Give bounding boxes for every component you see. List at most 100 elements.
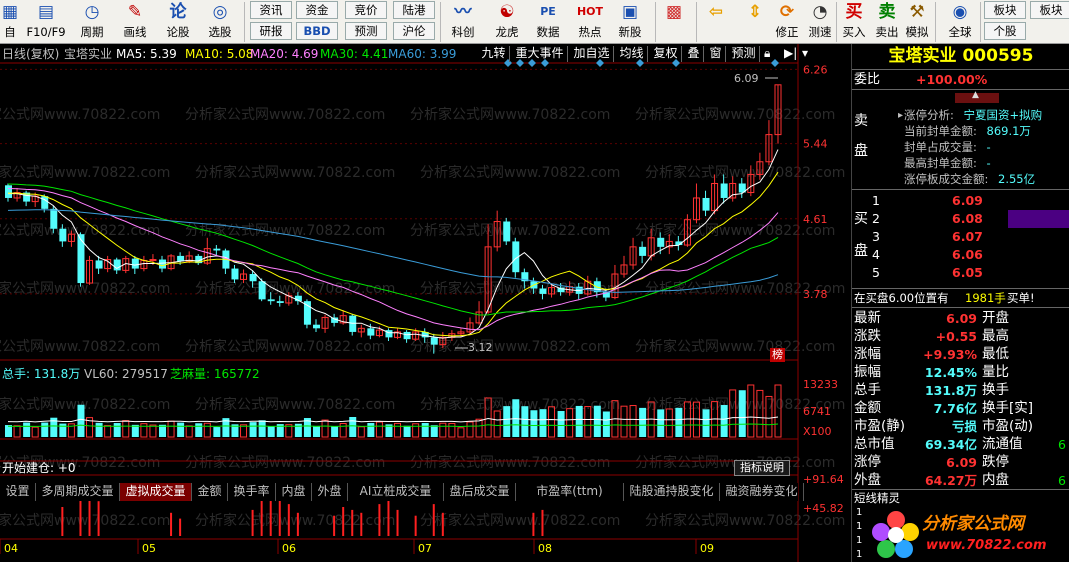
- toolbar-button-买入[interactable]: 买买入: [839, 1, 869, 43]
- volume-bar: [620, 405, 628, 438]
- indicator-tab[interactable]: 内盘: [276, 483, 312, 501]
- chart-header-button[interactable]: 预测: [728, 46, 760, 62]
- chart-header-button[interactable]: 重大事件: [512, 46, 568, 62]
- toolbar-button-color-blocks[interactable]: ▩: [660, 1, 688, 43]
- indicator-tab[interactable]: 外盘: [312, 483, 348, 501]
- toolbar-small-button[interactable]: 陆港: [393, 1, 435, 19]
- arrow-right-icon[interactable]: ▶|: [784, 46, 797, 60]
- toolbar-button-卖出[interactable]: 卖卖出: [872, 1, 902, 43]
- price-tick-label: 3.78: [803, 288, 828, 301]
- toolbar-button-修正[interactable]: ⟳ 修正: [772, 1, 802, 43]
- indicator-help-button[interactable]: 指标说明: [734, 460, 790, 476]
- toolbar-button-画线[interactable]: ✎ 画线: [115, 1, 155, 43]
- volume-tick-label: 6741: [803, 405, 831, 418]
- toolbar-label: 龙虎: [495, 25, 519, 39]
- buy-icon: 买: [845, 2, 863, 22]
- toolbar-small-button[interactable]: 板块: [1030, 1, 1069, 19]
- candle-body: [249, 274, 257, 282]
- hot-icon: HOT: [576, 5, 604, 18]
- toolbar-button-F10/F9[interactable]: ▤ F10/F9: [24, 1, 68, 43]
- hammer-icon: ⚒: [909, 2, 925, 22]
- volume-bar: [185, 425, 193, 438]
- short-elf-title[interactable]: 短线精灵: [854, 491, 900, 506]
- toolbar-small-button[interactable]: BBD: [296, 22, 338, 40]
- indicator-tab[interactable]: 融资融券变化: [720, 483, 804, 501]
- volume-bar: [639, 407, 647, 437]
- toolbar-small-button[interactable]: 资讯: [250, 1, 292, 19]
- indicator-tab[interactable]: 盘后成交量: [444, 483, 516, 501]
- indicator-tab[interactable]: 金额: [192, 483, 228, 501]
- toolbar-button-科创[interactable]: 〰科创: [443, 1, 483, 43]
- toolbar-label: 卖出: [875, 25, 899, 39]
- volume-bar: [357, 426, 365, 438]
- toolbar-small-button[interactable]: 竞价: [345, 1, 387, 19]
- stat-label: 涨幅: [854, 346, 881, 362]
- stat-label: 振幅: [854, 364, 881, 380]
- bid-price[interactable]: 6.05: [952, 265, 983, 280]
- short-elf-row[interactable]: 1: [856, 521, 862, 533]
- chart-header-button[interactable]: 均线: [616, 46, 648, 62]
- chart-header-button[interactable]: 复权: [650, 46, 682, 62]
- toolbar-button-周期[interactable]: ◷ 周期: [72, 1, 112, 43]
- indicator-tab[interactable]: 多周期成交量: [36, 483, 120, 501]
- main-toolbar: ▦自选▤F10/F9◷周期✎画线论论股◎选股 〰科创☯龙虎PE数据 HOT 热点 ▣新股…: [0, 0, 1069, 44]
- indicator-tab[interactable]: AI立桩成交量: [348, 483, 444, 501]
- candle-body: [149, 259, 157, 262]
- rank-badge[interactable]: 榜: [770, 348, 785, 362]
- bid-price[interactable]: 6.06: [952, 247, 983, 262]
- toolbar-label: 测速: [808, 25, 832, 39]
- chart-header-button[interactable]: 窗: [706, 46, 726, 62]
- toolbar-label: F10/F9: [26, 25, 66, 39]
- chart-area[interactable]: 分析家公式网www.70822.com 分析家公式网www.70822.com 分析…: [0, 44, 851, 562]
- watermark-text: 分析家公式网www.70822.com: [410, 454, 610, 471]
- candle-body: [720, 183, 728, 198]
- toolbar-button-龙虎[interactable]: ☯ 龙虎: [487, 1, 527, 43]
- short-elf-row[interactable]: 1: [856, 507, 862, 519]
- toolbar-small-button[interactable]: 资金: [296, 1, 338, 19]
- bid-price[interactable]: 6.07: [952, 229, 983, 244]
- volume-bar: [665, 408, 673, 438]
- toolbar-small-button[interactable]: 研报: [250, 22, 292, 40]
- volume-bar: [331, 426, 339, 437]
- toolbar-button-模拟[interactable]: ⚒ 模拟: [902, 1, 932, 43]
- indicator-tab[interactable]: 换手率: [228, 483, 276, 501]
- dropdown-icon[interactable]: ▾: [802, 46, 808, 60]
- chart-header-button[interactable]: 叠: [684, 46, 704, 62]
- stat-value: +0.55: [935, 329, 977, 344]
- toolbar-button-arrow-left[interactable]: ⇦: [701, 1, 731, 43]
- indicator-tab[interactable]: 市盈率(ttm): [516, 483, 624, 501]
- limit-info-icon: ▸: [898, 110, 904, 121]
- toolbar-separator: [980, 2, 981, 42]
- collapse-icon[interactable]: ▲: [955, 90, 999, 103]
- toolbar-button-数据[interactable]: PE 数据: [528, 1, 568, 43]
- toolbar-button-全球[interactable]: ◉ 全球: [940, 1, 980, 43]
- toolbar-button-热点[interactable]: HOT 热点: [570, 1, 610, 43]
- indicator-tab[interactable]: 虚拟成交量: [120, 483, 192, 501]
- period-label[interactable]: 日线(复权): [2, 47, 59, 61]
- toolbar-small-button[interactable]: 沪伦: [393, 22, 435, 40]
- indicator-tab[interactable]: 设置: [0, 483, 36, 501]
- stat-label-2: 开盘: [982, 310, 1009, 326]
- bid-price[interactable]: 6.09: [952, 193, 983, 208]
- month-label: 04: [4, 542, 18, 555]
- chart-header-button[interactable]: 加自选: [570, 46, 614, 62]
- toolbar-button-自选[interactable]: ▦ 自选: [0, 1, 20, 43]
- queue-button[interactable]: 买单!: [1007, 291, 1035, 306]
- toolbar-button-选股[interactable]: ◎ 选股: [200, 1, 240, 43]
- toolbar-button-arrow-up-down[interactable]: ⇕: [740, 1, 770, 43]
- indicator-tab[interactable]: 陆股通持股变化: [624, 483, 720, 501]
- bid-price[interactable]: 6.08: [952, 211, 983, 226]
- toolbar-button-论股[interactable]: 论论股: [158, 1, 198, 43]
- short-elf-row[interactable]: 1: [856, 535, 862, 547]
- toolbar-small-button[interactable]: 板块: [984, 1, 1026, 19]
- stopwatch-icon: ◔: [812, 2, 828, 22]
- short-elf-row[interactable]: 1: [856, 549, 862, 561]
- lock-icon[interactable]: 🔒︎: [764, 46, 770, 60]
- toolbar-label: 热点: [578, 25, 602, 39]
- chart-header-button[interactable]: 九转: [478, 46, 510, 62]
- toolbar-button-新股[interactable]: ▣ 新股: [612, 1, 648, 43]
- toolbar-small-button[interactable]: 预测: [345, 22, 387, 40]
- toolbar-small-button[interactable]: 个股: [984, 22, 1026, 40]
- volume-bar: [122, 420, 130, 438]
- toolbar-button-测速[interactable]: ◔ 测速: [805, 1, 835, 43]
